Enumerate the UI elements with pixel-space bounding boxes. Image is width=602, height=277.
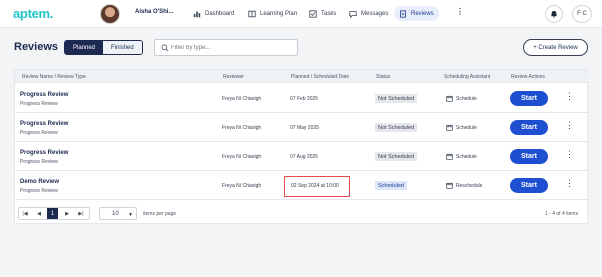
- schedule-link[interactable]: Schedule: [446, 153, 477, 160]
- header-assistant: Scheduling Assistant: [444, 74, 491, 80]
- review-name[interactable]: Progress Review: [20, 121, 68, 127]
- review-date: 07 Aug 2025: [290, 154, 319, 160]
- top-bar: aptem. Aisha O'Shi... Dashboard Learning…: [0, 0, 602, 28]
- nav-reviews[interactable]: Reviews: [394, 6, 439, 21]
- table-header: Review Name / Review Type Reviewer Plann…: [15, 70, 589, 83]
- table-row: Progress Review Progress Review Freya Ní…: [15, 113, 589, 142]
- header-name: Review Name / Review Type: [22, 74, 86, 80]
- reviews-icon: [400, 9, 406, 18]
- nav-messages[interactable]: Messages: [344, 6, 393, 21]
- schedule-label: Schedule: [456, 153, 477, 160]
- calendar-icon: [446, 153, 453, 160]
- review-name[interactable]: Progress Review: [20, 150, 68, 156]
- table-row: Demo Review Progress Review Freya Ní Chi…: [15, 171, 589, 200]
- review-type: Progress Review: [20, 159, 58, 165]
- per-page-value: 10: [112, 211, 119, 217]
- user-avatar[interactable]: [100, 4, 120, 24]
- filter-box: [154, 39, 298, 56]
- table-row: Progress Review Progress Review Freya Ní…: [15, 142, 589, 171]
- row-menu-icon[interactable]: ⋮: [565, 179, 574, 188]
- start-button[interactable]: Start: [510, 91, 548, 106]
- bar-chart-icon: [193, 11, 201, 17]
- nav-learning-plan[interactable]: Learning Plan: [243, 6, 302, 21]
- per-page-label: items per page: [143, 211, 177, 217]
- reviewer-name: Freya Ní Chiarigh: [222, 183, 262, 189]
- reviewer-name: Freya Ní Chiarigh: [222, 125, 262, 131]
- calendar-icon: [446, 182, 453, 189]
- user-name[interactable]: Aisha O'Shi...: [135, 9, 173, 15]
- items-range: 1 - 4 of 4 items: [545, 211, 579, 217]
- search-icon: [161, 44, 169, 52]
- review-date: 07 May 2025: [290, 125, 319, 131]
- create-review-button[interactable]: + Create Review: [523, 39, 588, 56]
- schedule-link[interactable]: Schedule: [446, 124, 477, 131]
- review-type: Progress Review: [20, 130, 58, 136]
- reviewer-name: Freya Ní Chiarigh: [222, 154, 262, 160]
- bell-icon: [550, 10, 558, 18]
- items-per-page-select[interactable]: 10 ▼: [99, 207, 137, 220]
- header-actions: Review Actions: [511, 74, 545, 80]
- prev-page-icon[interactable]: ◀: [34, 208, 44, 219]
- nav-tasks[interactable]: Tasks: [304, 6, 341, 21]
- nav-label: Tasks: [321, 10, 337, 17]
- tab-finished[interactable]: Finished: [103, 41, 142, 54]
- book-icon: [248, 10, 256, 17]
- nav-label: Messages: [361, 10, 389, 17]
- nav-label: Dashboard: [205, 10, 235, 17]
- review-name[interactable]: Progress Review: [20, 92, 68, 98]
- start-button[interactable]: Start: [510, 178, 548, 193]
- first-page-icon[interactable]: |◀: [20, 208, 30, 219]
- status-badge: Not Scheduled: [375, 152, 418, 161]
- header-date: Planned / Scheduled Date: [291, 74, 350, 80]
- nav-label: Reviews: [411, 10, 434, 17]
- reschedule-link[interactable]: Reschedule: [446, 182, 482, 189]
- row-menu-icon[interactable]: ⋮: [565, 92, 574, 101]
- reviewer-name: Freya Ní Chiarigh: [222, 96, 262, 102]
- row-menu-icon[interactable]: ⋮: [565, 150, 574, 159]
- review-tabs: Planned Finished: [64, 40, 143, 55]
- review-type: Progress Review: [20, 101, 58, 107]
- start-button[interactable]: Start: [510, 120, 548, 135]
- next-page-icon[interactable]: ▶: [62, 208, 72, 219]
- status-badge: Not Scheduled: [375, 123, 418, 132]
- last-page-icon[interactable]: ▶|: [76, 208, 86, 219]
- nav-dashboard[interactable]: Dashboard: [188, 6, 239, 21]
- checklist-icon: [309, 9, 317, 18]
- nav-label: Learning Plan: [260, 10, 298, 17]
- reschedule-label: Reschedule: [456, 182, 483, 189]
- reviews-table: Review Name / Review Type Reviewer Plann…: [14, 69, 589, 224]
- schedule-link[interactable]: Schedule: [446, 95, 477, 102]
- chevron-down-icon: ▼: [128, 212, 133, 218]
- review-date: 02 Sep 2024 at 10:00: [291, 183, 339, 189]
- review-name[interactable]: Demo Review: [20, 179, 59, 185]
- current-page[interactable]: 1: [47, 208, 58, 219]
- chat-icon: [349, 10, 357, 18]
- calendar-icon: [446, 124, 453, 131]
- row-menu-icon[interactable]: ⋮: [565, 121, 574, 130]
- status-badge: Scheduled: [375, 181, 407, 190]
- header-status: Status: [376, 74, 391, 80]
- status-badge: Not Scheduled: [375, 94, 418, 103]
- user-initials-button[interactable]: F C: [572, 5, 592, 23]
- table-row: Progress Review Progress Review Freya Ní…: [15, 84, 589, 113]
- review-date: 07 Feb 2025: [290, 96, 319, 102]
- pagination: |◀ ◀ 1 ▶ ▶| 10 ▼ items per page 1 - 4 of…: [15, 204, 589, 224]
- tab-planned[interactable]: Planned: [65, 41, 104, 54]
- page-title: Reviews: [14, 41, 59, 53]
- header-reviewer: Reviewer: [223, 74, 244, 80]
- schedule-label: Schedule: [456, 124, 477, 131]
- notifications-button[interactable]: [545, 5, 563, 23]
- review-type: Progress Review: [20, 188, 58, 194]
- calendar-icon: [446, 95, 453, 102]
- start-button[interactable]: Start: [510, 149, 548, 164]
- filter-input[interactable]: [171, 42, 295, 54]
- schedule-label: Schedule: [456, 95, 477, 102]
- more-menu-icon[interactable]: ⋮: [456, 7, 464, 16]
- app-logo[interactable]: aptem.: [13, 6, 53, 21]
